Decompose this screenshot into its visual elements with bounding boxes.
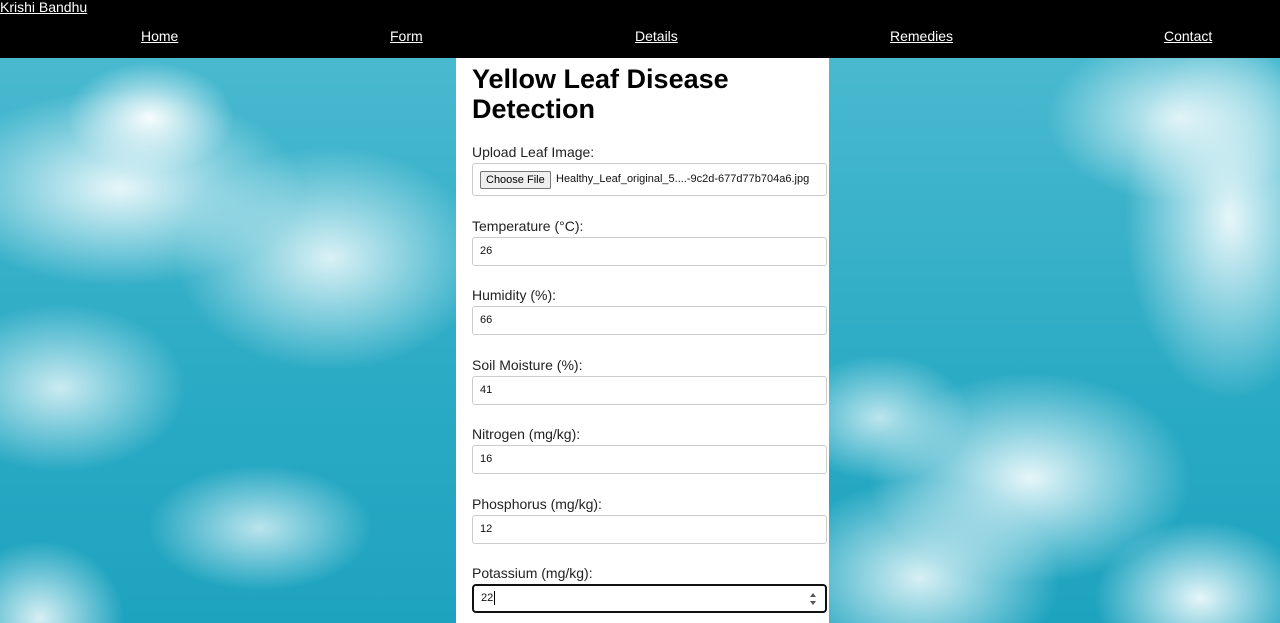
file-upload-input[interactable]: Choose File Healthy_Leaf_original_5....-… (472, 163, 827, 196)
nav-remedies[interactable]: Remedies (890, 28, 953, 44)
soil-moisture-input[interactable]: 41 (472, 376, 827, 405)
nitrogen-label: Nitrogen (mg/kg): (472, 426, 581, 442)
top-navbar: Krishi Bandhu Home Form Details Remedies… (0, 0, 1280, 58)
humidity-input[interactable]: 66 (472, 306, 827, 335)
text-caret (494, 591, 496, 606)
humidity-label: Humidity (%): (472, 287, 557, 303)
temperature-input[interactable]: 26 (472, 237, 827, 266)
detection-form-panel: Yellow Leaf Disease Detection Upload Lea… (456, 58, 829, 623)
page-title: Yellow Leaf Disease Detection (472, 64, 729, 124)
choose-file-button[interactable]: Choose File (480, 171, 551, 189)
nav-form[interactable]: Form (390, 28, 423, 44)
soil-moisture-label: Soil Moisture (%): (472, 357, 583, 373)
nav-details[interactable]: Details (635, 28, 678, 44)
nitrogen-input[interactable]: 16 (472, 445, 827, 474)
number-stepper-icon[interactable] (809, 591, 817, 607)
nav-contact[interactable]: Contact (1164, 28, 1212, 44)
nav-home[interactable]: Home (141, 28, 178, 44)
temperature-label: Temperature (°C): (472, 218, 584, 234)
potassium-input[interactable]: 22 (472, 584, 827, 613)
phosphorus-label: Phosphorus (mg/kg): (472, 496, 602, 512)
upload-label: Upload Leaf Image: (472, 144, 595, 160)
brand-link[interactable]: Krishi Bandhu (0, 0, 87, 15)
phosphorus-input[interactable]: 12 (472, 515, 827, 544)
potassium-value: 22 (481, 592, 494, 604)
potassium-label: Potassium (mg/kg): (472, 565, 593, 581)
selected-file-name: Healthy_Leaf_original_5....-9c2d-677d77b… (556, 173, 810, 185)
